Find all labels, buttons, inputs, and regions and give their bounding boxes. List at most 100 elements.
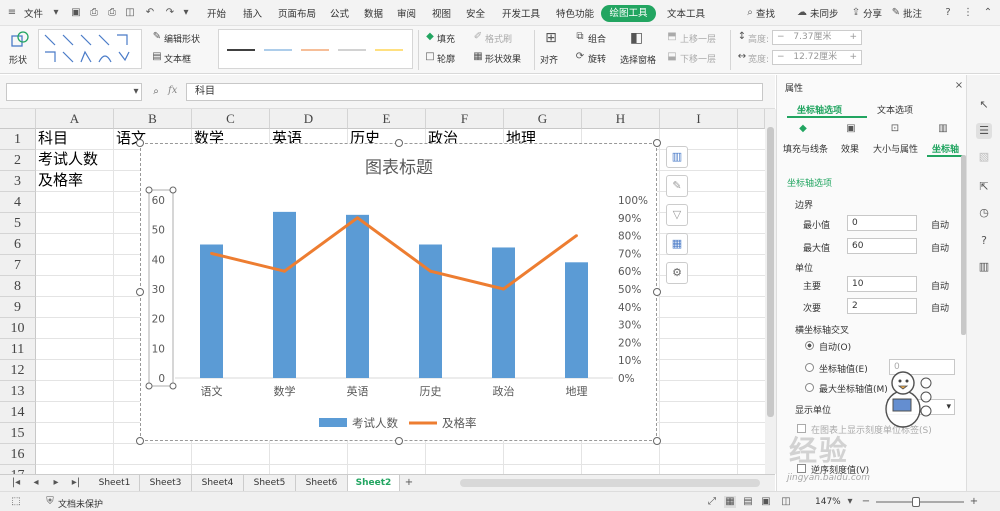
zoom-slider-thumb[interactable] <box>912 497 920 507</box>
column-header[interactable]: A <box>36 109 114 129</box>
chart-settings-icon[interactable]: ⚙ <box>666 262 688 284</box>
major-input[interactable]: 10 <box>847 276 917 292</box>
reading-mode-icon[interactable]: ◫ <box>780 496 792 508</box>
zoom-level[interactable]: 147% <box>815 497 841 507</box>
properties-icon[interactable]: ☰ <box>976 123 992 139</box>
horizontal-scrollbar[interactable] <box>460 479 760 487</box>
column-header[interactable] <box>738 109 765 129</box>
comment-button[interactable]: 批注 <box>903 6 922 20</box>
row-header[interactable]: 16 <box>0 444 36 465</box>
file-menu[interactable]: 文件 <box>24 6 43 20</box>
plus-icon[interactable]: + <box>849 51 857 64</box>
column-header[interactable]: F <box>426 109 504 129</box>
sheet-tab[interactable]: Sheet5 <box>244 475 296 491</box>
tab-page-layout[interactable]: 页面布局 <box>278 6 316 20</box>
row-header[interactable]: 5 <box>0 213 36 234</box>
row-header[interactable]: 9 <box>0 297 36 318</box>
fill-icon[interactable]: ◆ <box>424 31 436 43</box>
tab-drawing-tools[interactable]: 绘图工具 <box>601 5 656 22</box>
tab-data[interactable]: 数据 <box>364 6 383 20</box>
column-header[interactable]: D <box>270 109 348 129</box>
row-header[interactable]: 8 <box>0 276 36 297</box>
comment-icon[interactable]: ✎ <box>890 7 902 19</box>
minus-icon[interactable]: − <box>777 52 785 62</box>
selection-pane-icon[interactable]: ◧ <box>630 31 643 45</box>
subtab-size[interactable]: 大小与属性 <box>873 142 918 155</box>
resize-handle[interactable] <box>136 288 144 296</box>
page-layout-icon[interactable]: ▤ <box>742 496 754 508</box>
protect-status[interactable]: 文档未保护 <box>58 497 103 510</box>
subtab-effect[interactable]: 效果 <box>841 142 859 155</box>
shape-gallery[interactable] <box>38 29 142 69</box>
tab-review[interactable]: 审阅 <box>397 6 416 20</box>
zoom-slider[interactable] <box>876 501 964 503</box>
sheet-tab-active[interactable]: Sheet2 <box>348 475 400 491</box>
page-break-icon[interactable]: ▣ <box>760 496 772 508</box>
cursor-icon[interactable]: ↖ <box>976 97 992 113</box>
sheet-tab[interactable]: Sheet1 <box>90 475 140 491</box>
tab-insert[interactable]: 插入 <box>243 6 262 20</box>
resize-handle[interactable] <box>653 288 661 296</box>
preview-icon[interactable]: ◫ <box>124 7 136 19</box>
section-title[interactable]: 坐标轴选项 <box>787 176 832 189</box>
align-button[interactable]: 对齐 <box>540 53 558 66</box>
menu-icon[interactable]: ≡ <box>6 7 18 19</box>
tab-formula[interactable]: 公式 <box>330 6 349 20</box>
shape-effect-button[interactable]: 形状效果 <box>485 52 521 65</box>
zoom-out-icon[interactable]: − <box>860 496 872 508</box>
textbox-button[interactable]: 文本框 <box>164 52 191 65</box>
zoom-icon[interactable]: ⌕ <box>150 86 162 98</box>
analysis-icon[interactable]: ▥ <box>976 259 992 275</box>
rotate-button[interactable]: 旋转 <box>588 52 606 65</box>
zoom-in-icon[interactable]: + <box>968 496 980 508</box>
cell-A3[interactable]: 及格率 <box>38 170 83 191</box>
column-header[interactable]: G <box>504 109 582 129</box>
sheet-tab[interactable]: Sheet3 <box>140 475 192 491</box>
tab-view[interactable]: 视图 <box>432 6 451 20</box>
min-input[interactable]: 0 <box>847 215 917 231</box>
chart-style-icon[interactable]: ✎ <box>666 175 688 197</box>
edit-shape-button[interactable]: 编辑形状 <box>164 32 200 45</box>
share-button[interactable]: 分享 <box>863 6 882 20</box>
tab-developer[interactable]: 开发工具 <box>502 6 540 20</box>
export-icon[interactable]: ⎙ <box>88 7 100 19</box>
row-header[interactable]: 3 <box>0 171 36 192</box>
fill-line-icon[interactable]: ◆ <box>797 123 809 135</box>
subtab-fill-line[interactable]: 填充与线条 <box>783 142 828 155</box>
share-icon[interactable]: ⇪ <box>850 7 862 19</box>
textbox-icon[interactable]: ▤ <box>151 51 163 63</box>
resize-handle[interactable] <box>136 139 144 147</box>
column-header[interactable]: C <box>192 109 270 129</box>
next-sheet-icon[interactable]: ▸ <box>50 477 62 489</box>
rotate-icon[interactable]: ⟳ <box>574 51 586 63</box>
sheet-tab[interactable]: Sheet4 <box>192 475 244 491</box>
edit-shape-icon[interactable]: ✎ <box>151 31 163 43</box>
row-header[interactable]: 10 <box>0 318 36 339</box>
cell-A2[interactable]: 考试人数 <box>38 149 98 170</box>
tab-text-tools[interactable]: 文本工具 <box>667 6 705 20</box>
column-header[interactable]: E <box>348 109 426 129</box>
major-auto-button[interactable]: 自动 <box>931 279 949 292</box>
prev-sheet-icon[interactable]: ◂ <box>30 477 42 489</box>
tab-special[interactable]: 特色功能 <box>556 6 594 20</box>
minus-icon[interactable]: − <box>777 32 785 42</box>
cell-A1[interactable]: 科目 <box>38 128 68 149</box>
last-sheet-icon[interactable]: ▸| <box>70 477 82 489</box>
row-header[interactable]: 15 <box>0 423 36 444</box>
redo-icon[interactable]: ↷ <box>164 7 176 19</box>
style-icon[interactable]: ▧ <box>976 149 992 165</box>
cross-auto-radio[interactable] <box>805 341 814 350</box>
scroll-thumb[interactable] <box>767 127 774 417</box>
chart-elements-icon[interactable]: ▥ <box>666 146 688 168</box>
select-all[interactable] <box>0 109 36 129</box>
row-header[interactable]: 13 <box>0 381 36 402</box>
undo-icon[interactable]: ↶ <box>144 7 156 19</box>
shape-effect-icon[interactable]: ▦ <box>472 51 484 63</box>
shape-button[interactable]: 形状 <box>9 53 27 66</box>
row-header[interactable]: 17 <box>0 465 36 474</box>
resize-handle[interactable] <box>395 437 403 445</box>
help-icon[interactable]: ? <box>942 7 954 19</box>
tab-security[interactable]: 安全 <box>466 6 485 20</box>
fill-button[interactable]: 填充 <box>437 32 455 45</box>
column-header[interactable]: H <box>582 109 660 129</box>
